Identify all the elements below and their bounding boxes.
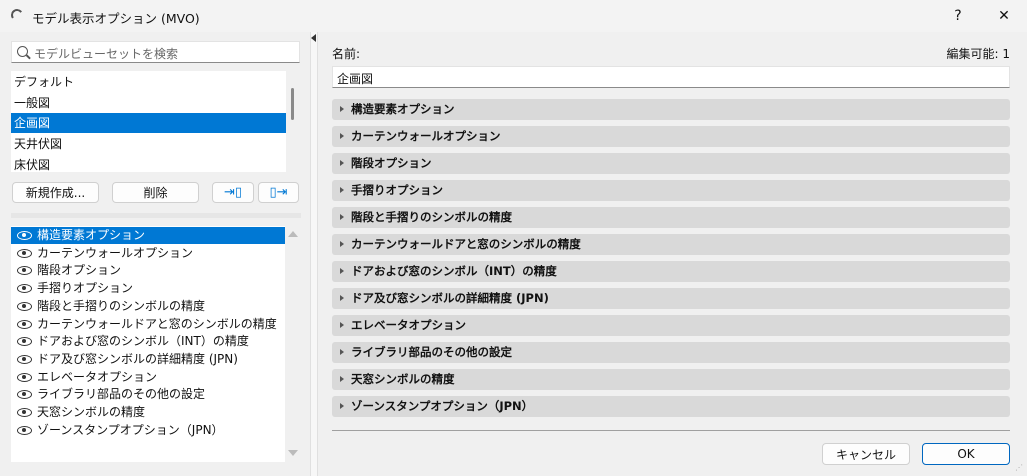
section-header[interactable]: カーテンウォールオプション (332, 126, 1010, 147)
name-input[interactable]: 企画図 (332, 66, 1010, 88)
splitter[interactable] (310, 32, 318, 476)
eye-icon[interactable] (17, 354, 32, 364)
option-label: ゾーンスタンプオプション（JPN） (37, 422, 224, 437)
option-label: ライブラリ部品のその他の設定 (37, 387, 206, 402)
search-input[interactable]: モデルビューセットを検索 (11, 41, 300, 63)
eye-icon[interactable] (17, 390, 32, 400)
help-button[interactable]: ? (935, 0, 981, 32)
section-header[interactable]: 構造要素オプション (332, 99, 1010, 120)
options-list[interactable]: 構造要素オプションカーテンウォールオプション 階段オプション 手摺りオプション階段と… (11, 226, 285, 462)
option-label: 構造要素オプション (37, 228, 146, 242)
option-list-item[interactable]: ゾーンスタンプオプション（JPN） (11, 422, 285, 439)
preset-item[interactable]: 天井伏図 (11, 134, 286, 154)
eye-icon[interactable] (17, 284, 32, 294)
option-label: カーテンウォールドアと窓のシンボルの精度 (37, 316, 277, 331)
option-list-item[interactable]: カーテンウォールドアと窓のシンボルの精度 (11, 316, 285, 333)
eye-icon[interactable] (17, 301, 32, 311)
eye-icon[interactable] (17, 231, 32, 240)
editable-count: 編集可能: 1 (946, 47, 1011, 61)
section-header[interactable]: カーテンウォールドアと窓のシンボルの精度 (332, 234, 1010, 255)
app-icon (10, 8, 24, 22)
option-label: ドアおよび窓のシンボル（INT）の精度 (37, 334, 249, 349)
preset-scrollbar[interactable] (291, 88, 294, 120)
option-label: 階段オプション (37, 263, 122, 278)
search-icon-handle (26, 54, 31, 60)
panel-divider[interactable] (11, 213, 301, 218)
section-header[interactable]: ゾーンスタンプオプション（JPN） (332, 396, 1010, 417)
search-placeholder: モデルビューセットを検索 (34, 47, 179, 61)
eye-icon[interactable] (17, 337, 32, 347)
option-list-item[interactable]: ライブラリ部品のその他の設定 (11, 386, 285, 403)
window-title: モデル表示オプション (MVO) (32, 11, 200, 26)
delete-button[interactable]: 削除 (112, 182, 199, 203)
preset-item[interactable]: 企画図 (11, 113, 286, 134)
preset-list[interactable]: デフォルト 一般図 企画図 天井伏図 床伏図 (11, 71, 286, 172)
option-list-item[interactable]: エレベータオプション (11, 369, 285, 386)
scroll-up-icon[interactable] (288, 231, 298, 237)
section-header[interactable]: 階段と手摺りのシンボルの精度 (332, 207, 1010, 228)
option-list-item[interactable]: 構造要素オプション (11, 227, 285, 244)
import-button[interactable]: ⇥▯ (212, 182, 254, 203)
close-button[interactable]: ✕ (981, 0, 1027, 32)
section-header[interactable]: 天窓シンボルの精度 (332, 369, 1010, 390)
section-header[interactable]: ドア及び窓シンボルの詳細精度 (JPN) (332, 288, 1010, 309)
eye-icon[interactable] (17, 372, 32, 382)
footer-divider (332, 430, 1010, 431)
name-label: 名前: (332, 47, 361, 61)
preset-item[interactable]: 床伏図 (11, 155, 286, 172)
export-button[interactable]: ▯⇥ (258, 182, 299, 203)
option-label: 手摺りオプション (37, 281, 134, 296)
section-header[interactable]: ライブラリ部品のその他の設定 (332, 342, 1010, 363)
section-header[interactable]: エレベータオプション (332, 315, 1010, 336)
ok-button[interactable]: OK (922, 443, 1010, 465)
option-label: ドア及び窓シンボルの詳細精度 (JPN) (37, 351, 238, 366)
option-label: 天窓シンボルの精度 (37, 405, 146, 419)
collapse-left-icon[interactable] (311, 34, 316, 42)
eye-icon[interactable] (17, 425, 32, 435)
option-list-item[interactable]: 天窓シンボルの精度 (11, 404, 285, 421)
new-button[interactable]: 新規作成... (12, 182, 99, 203)
option-list-item[interactable]: カーテンウォールオプション (11, 245, 285, 262)
preset-item[interactable]: 一般図 (11, 93, 286, 113)
option-label: 階段と手摺りのシンボルの精度 (37, 298, 206, 313)
export-icon: ▯⇥ (269, 185, 288, 200)
resize-grip[interactable]: ⋰ (1015, 463, 1023, 472)
section-header[interactable]: ドアおよび窓のシンボル（INT）の精度 (332, 261, 1010, 282)
option-list-item[interactable]: 階段オプション (11, 262, 285, 279)
eye-icon[interactable] (17, 319, 32, 329)
import-icon: ⇥▯ (223, 185, 243, 200)
section-header[interactable]: 階段オプション (332, 153, 1010, 174)
eye-icon[interactable] (17, 266, 32, 276)
preset-item[interactable]: デフォルト (11, 72, 286, 92)
title-bar: モデル表示オプション (MVO) ? ✕ (0, 0, 1027, 32)
cancel-button[interactable]: キャンセル (822, 443, 910, 465)
option-list-item[interactable]: 手摺りオプション (11, 280, 285, 297)
option-label: エレベータオプション (37, 369, 158, 384)
eye-icon[interactable] (17, 248, 32, 258)
section-header[interactable]: 手摺りオプション (332, 180, 1010, 201)
option-list-item[interactable]: ドア及び窓シンボルの詳細精度 (JPN) (11, 351, 285, 368)
option-label: カーテンウォールオプション (37, 245, 194, 260)
option-list-item[interactable]: ドアおよび窓のシンボル（INT）の精度 (11, 333, 285, 350)
option-list-item[interactable]: 階段と手摺りのシンボルの精度 (11, 298, 285, 315)
scroll-down-icon[interactable] (288, 450, 298, 456)
eye-icon[interactable] (17, 408, 32, 417)
